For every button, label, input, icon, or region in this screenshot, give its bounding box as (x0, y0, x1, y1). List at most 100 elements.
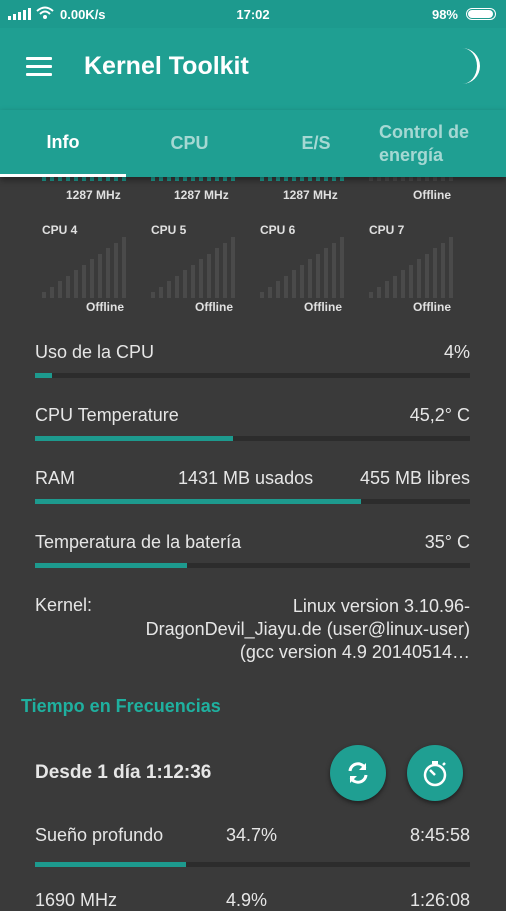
cpu-graph-bar (191, 264, 195, 298)
cpu-graph-bar (223, 242, 227, 298)
clock: 17:02 (236, 7, 270, 22)
tab-es[interactable]: E/S (253, 110, 379, 177)
cpu-5-graph (151, 234, 241, 298)
cpu-graph-bar (66, 275, 70, 298)
cpu-5-status: Offline (195, 300, 233, 314)
cpu-usage-bar (35, 373, 470, 378)
battery-temp-label: Temperatura de la batería (35, 532, 242, 552)
freq-row-label: 1690 MHz (35, 890, 118, 910)
cpu-graph-bar (393, 275, 397, 298)
uptime-since: Desde 1 día 1:12:36 (35, 762, 212, 783)
cpu-graph-bar (441, 242, 445, 298)
cpu-graph-bar (199, 259, 203, 298)
battery-temp-bar (35, 563, 470, 568)
refresh-button[interactable] (330, 745, 386, 801)
ram-bar (35, 499, 470, 504)
deep-sleep-percent: 34.7% (226, 825, 278, 845)
tab-label: CPU (170, 133, 209, 153)
kernel-label: Kernel: (35, 595, 93, 615)
cpu-1-status: 1287 MHz (174, 188, 229, 202)
tab-info[interactable]: Info (0, 110, 126, 177)
cpu-6-status: Offline (304, 300, 342, 314)
timer-button[interactable] (407, 745, 463, 801)
cpu-graph-bar (215, 248, 219, 298)
cpu-graph-bar (74, 270, 78, 298)
cpu-graph-bar (175, 275, 179, 298)
stopwatch-icon (423, 761, 447, 787)
tab-label: E/S (301, 133, 331, 153)
cpu-3-status: Offline (413, 188, 451, 202)
cpu-graph-bar (401, 270, 405, 298)
tab-power-control[interactable]: Control de energía (379, 110, 506, 177)
cpu-graph-bar (409, 264, 413, 298)
cpu-graph-bar (268, 286, 272, 298)
cpu-7-status: Offline (413, 300, 451, 314)
cpu-graph-bar (377, 286, 381, 298)
cpu-temp-bar (35, 436, 470, 441)
cpu-graph-bar (58, 281, 62, 298)
tab-label: Info (46, 131, 80, 152)
freq-row-time: 1:26:08 (409, 890, 470, 910)
cpu-graph-bar (90, 259, 94, 298)
cpu-graph-bar (308, 259, 312, 298)
cpu-graph-bar (369, 292, 373, 298)
deep-sleep-label: Sueño profundo (35, 825, 164, 845)
cpu-graph-bar (151, 292, 155, 298)
cpu-graph-bar (42, 292, 46, 298)
cpu-graph-bar (159, 286, 163, 298)
battery-percent: 98% (431, 7, 458, 22)
cpu-graph-bar (332, 242, 336, 298)
moon-icon[interactable] (454, 46, 484, 86)
cpu-graph-bar (300, 264, 304, 298)
cpu-graph-bar (114, 242, 118, 298)
cpu-graph-bar (433, 248, 437, 298)
tab-label: Control de energía (379, 121, 469, 165)
app-bar: Kernel Toolkit (0, 28, 506, 110)
cpu-graph-bar (260, 292, 264, 298)
cpu-graph-bar (106, 248, 110, 298)
app-title: Kernel Toolkit (84, 52, 249, 80)
cpu-graph-bar (284, 275, 288, 298)
battery-icon (466, 8, 496, 20)
cpu-graph-bar (82, 264, 86, 298)
deep-sleep-bar (35, 862, 470, 867)
cpu-graph-bar (50, 286, 54, 298)
battery-temp-value: 35° C (424, 532, 470, 552)
ram-used: 1431 MB usados (178, 468, 314, 488)
cpu-2-status: 1287 MHz (283, 188, 338, 202)
cpu-graph-bar (324, 248, 328, 298)
cpu-4-status: Offline (86, 300, 124, 314)
cpu-temp-value: 45,2° C (409, 405, 470, 425)
ram-label: RAM (35, 468, 75, 488)
cpu-4-graph (42, 234, 132, 298)
cpu-0-status: 1287 MHz (66, 188, 121, 202)
section-title: Tiempo en Frecuencias (21, 696, 221, 716)
cpu-graph-bar (417, 259, 421, 298)
refresh-icon (348, 762, 368, 784)
cpu-usage-value: 4% (443, 342, 470, 362)
cpu-graph-bar (167, 281, 171, 298)
ram-free: 455 MB libres (359, 468, 470, 488)
cpu-graph-bar (385, 281, 389, 298)
cpu-usage-label: Uso de la CPU (35, 342, 155, 362)
tab-cpu[interactable]: CPU (126, 110, 253, 177)
cpu-temp-label: CPU Temperature (35, 405, 179, 425)
tab-bar: Info CPU E/S Control de energía (0, 110, 506, 177)
cpu-graph-bar (122, 237, 126, 298)
cpu-7-graph (369, 234, 459, 298)
cpu-graph-bar (276, 281, 280, 298)
cpu-graph-bar (183, 270, 187, 298)
cpu-graph-bar (231, 237, 235, 298)
cpu-6-graph (260, 234, 350, 298)
cpu-graph-bar (98, 253, 102, 298)
deep-sleep-time: 8:45:58 (409, 825, 470, 845)
cpu-graph-bar (449, 237, 453, 298)
kernel-version: Linux version 3.10.96- DragonDevil_Jiayu… (145, 596, 470, 662)
menu-icon[interactable] (26, 57, 52, 77)
cpu-graph-bar (425, 253, 429, 298)
cpu-graph-bar (292, 270, 296, 298)
cpu-graph-bar (340, 237, 344, 298)
freq-row-percent: 4.9% (226, 890, 268, 910)
cpu-graph-bar (207, 253, 211, 298)
cpu-graph-bar (316, 253, 320, 298)
